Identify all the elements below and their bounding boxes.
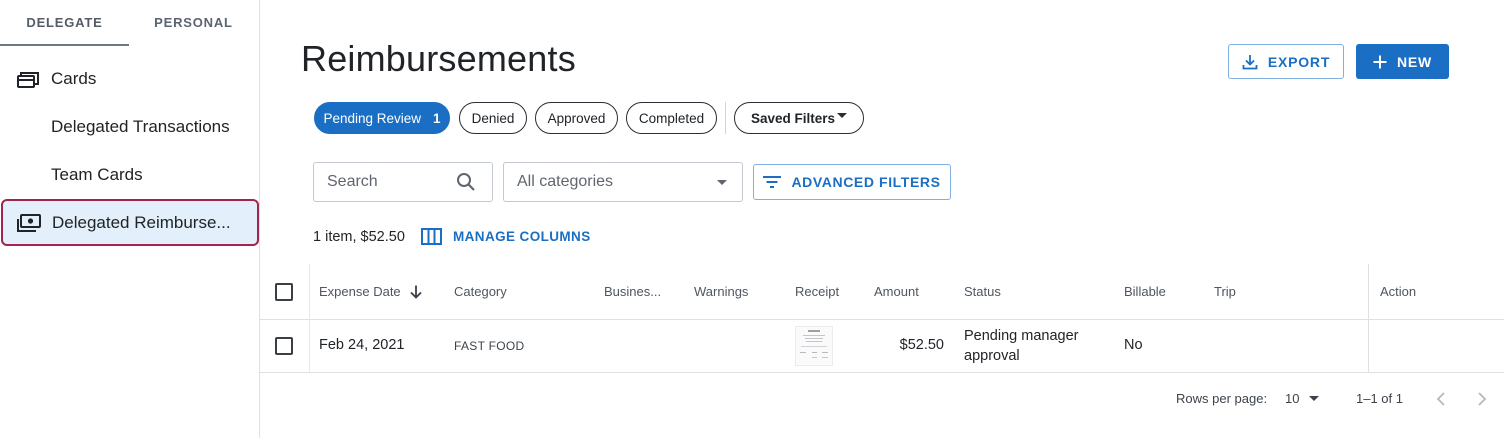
pagination-range: 1–1 of 1	[1356, 391, 1403, 406]
search-input[interactable]	[314, 173, 452, 191]
filter-icon	[763, 175, 782, 189]
tab-delegate[interactable]: DELEGATE	[0, 0, 129, 46]
table-header: Expense Date Category Busines... Warning…	[260, 264, 1504, 320]
column-header-label: Expense Date	[319, 284, 401, 299]
column-header-receipt[interactable]: Receipt	[795, 264, 839, 320]
manage-columns-label: MANAGE COLUMNS	[453, 229, 591, 244]
column-header-warnings[interactable]: Warnings	[694, 264, 748, 320]
saved-filters-label: Saved Filters	[750, 110, 836, 126]
chevron-down-icon	[1309, 396, 1320, 401]
row-checkbox[interactable]	[275, 337, 293, 355]
chevron-down-icon	[717, 180, 727, 185]
tab-personal[interactable]: PERSONAL	[129, 0, 258, 46]
column-divider	[1368, 264, 1369, 320]
column-header-category[interactable]: Category	[454, 264, 507, 320]
sidebar: DELEGATE PERSONAL Cards Delegated Transa…	[0, 0, 260, 438]
chip-divider	[725, 102, 726, 134]
status-line: Pending manager	[964, 328, 1079, 344]
new-label: NEW	[1396, 53, 1433, 70]
columns-icon	[421, 228, 442, 245]
column-header-amount[interactable]: Amount	[874, 264, 919, 320]
column-header-status[interactable]: Status	[964, 264, 1001, 320]
column-divider	[1368, 320, 1369, 373]
result-summary: 1 item, $52.50	[313, 229, 405, 245]
table-row[interactable]: Feb 24, 2021 FAST FOOD $52.50 Pending ma…	[260, 320, 1504, 373]
new-button[interactable]: NEW	[1356, 44, 1449, 79]
download-icon	[1242, 54, 1258, 70]
sidebar-item-label: Delegated Transactions	[51, 117, 230, 136]
manage-columns-button[interactable]: MANAGE COLUMNS	[421, 228, 591, 245]
chip-count: 1	[433, 110, 441, 126]
chip-pending-review[interactable]: Pending Review 1	[314, 102, 450, 134]
search-field[interactable]	[313, 162, 493, 202]
column-header-business[interactable]: Busines...	[604, 264, 661, 320]
column-header-action: Action	[1380, 284, 1417, 299]
advanced-filters-button[interactable]: ADVANCED FILTERS	[753, 164, 951, 200]
cell-amount: $52.50	[899, 337, 944, 353]
cell-status: Pending manager approval	[964, 326, 1078, 366]
export-label: EXPORT	[1267, 53, 1331, 70]
sidebar-tabs: DELEGATE PERSONAL	[0, 0, 259, 46]
status-line: approval	[964, 348, 1020, 364]
cell-category: FAST FOOD	[454, 339, 525, 353]
column-divider	[309, 264, 310, 320]
arrow-down-icon	[410, 285, 422, 299]
saved-filters-dropdown[interactable]: Saved Filters	[734, 102, 864, 134]
next-page-icon[interactable]	[1477, 391, 1487, 412]
category-select[interactable]: All categories	[503, 162, 743, 202]
sidebar-item-label: Team Cards	[51, 165, 143, 184]
column-header-expense-date[interactable]: Expense Date	[319, 264, 422, 320]
rows-per-page-value: 10	[1285, 391, 1300, 406]
chip-approved[interactable]: Approved	[535, 102, 618, 134]
rows-per-page-label: Rows per page:	[1176, 391, 1268, 406]
export-button[interactable]: EXPORT	[1228, 44, 1344, 79]
sidebar-item-label: Delegated Reimburse...	[52, 212, 231, 232]
sidebar-item-team-cards[interactable]: Team Cards	[0, 153, 260, 197]
column-divider	[309, 320, 310, 373]
cell-expense-date: Feb 24, 2021	[319, 337, 405, 353]
cell-billable: No	[1124, 337, 1143, 353]
previous-page-icon[interactable]	[1436, 391, 1446, 412]
select-all-checkbox[interactable]	[275, 283, 293, 301]
sidebar-item-label: Cards	[51, 69, 97, 88]
rows-per-page-select[interactable]: 10	[1285, 391, 1320, 406]
plus-icon	[1373, 55, 1387, 69]
receipt-thumbnail[interactable]	[795, 326, 833, 366]
chip-completed[interactable]: Completed	[626, 102, 717, 134]
sidebar-item-delegated-transactions[interactable]: Delegated Transactions	[0, 105, 260, 149]
sidebar-item-delegated-reimbursements[interactable]: Delegated Reimburse...	[1, 199, 259, 246]
chevron-down-icon	[837, 112, 848, 118]
column-header-billable[interactable]: Billable	[1124, 264, 1166, 320]
sidebar-item-cards[interactable]: Cards	[0, 57, 260, 101]
column-header-trip[interactable]: Trip	[1214, 264, 1236, 320]
page-title: Reimbursements	[301, 38, 576, 79]
chip-denied[interactable]: Denied	[459, 102, 527, 134]
category-select-value: All categories	[517, 173, 614, 190]
cards-icon	[15, 69, 41, 89]
search-icon[interactable]	[456, 172, 476, 192]
cash-icon	[16, 213, 42, 233]
chip-label: Pending Review	[323, 110, 422, 126]
advanced-filters-label: ADVANCED FILTERS	[791, 174, 941, 190]
